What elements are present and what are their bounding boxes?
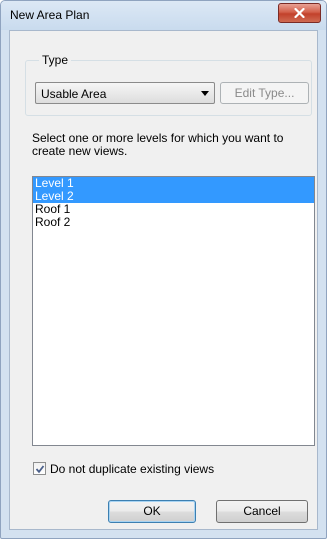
checkmark-icon: [35, 465, 45, 474]
type-group-label: Type: [39, 53, 72, 67]
window-title: New Area Plan: [10, 8, 90, 22]
no-duplicate-checkbox[interactable]: [33, 462, 46, 475]
level-item[interactable]: Level 2: [33, 190, 314, 203]
chevron-down-icon: [201, 91, 209, 96]
title-bar[interactable]: New Area Plan: [1, 1, 326, 30]
ok-button[interactable]: OK: [108, 500, 196, 523]
no-duplicate-label: Do not duplicate existing views: [50, 462, 215, 476]
level-item[interactable]: Roof 2: [33, 216, 314, 229]
edit-type-label: Edit Type...: [234, 86, 295, 100]
close-button[interactable]: [278, 3, 321, 23]
ok-label: OK: [143, 504, 161, 518]
edit-type-button[interactable]: Edit Type...: [220, 82, 309, 104]
cancel-button[interactable]: Cancel: [216, 500, 308, 523]
levels-listbox[interactable]: Level 1 Level 2 Roof 1 Roof 2: [32, 176, 315, 446]
cancel-label: Cancel: [243, 504, 281, 518]
close-x-icon: [294, 8, 305, 18]
level-item[interactable]: Level 1: [33, 177, 314, 190]
type-dropdown[interactable]: Usable Area: [35, 82, 215, 104]
level-item[interactable]: Roof 1: [33, 203, 314, 216]
instructions-text: Select one or more levels for which you …: [32, 131, 284, 158]
type-dropdown-value: Usable Area: [41, 87, 107, 101]
